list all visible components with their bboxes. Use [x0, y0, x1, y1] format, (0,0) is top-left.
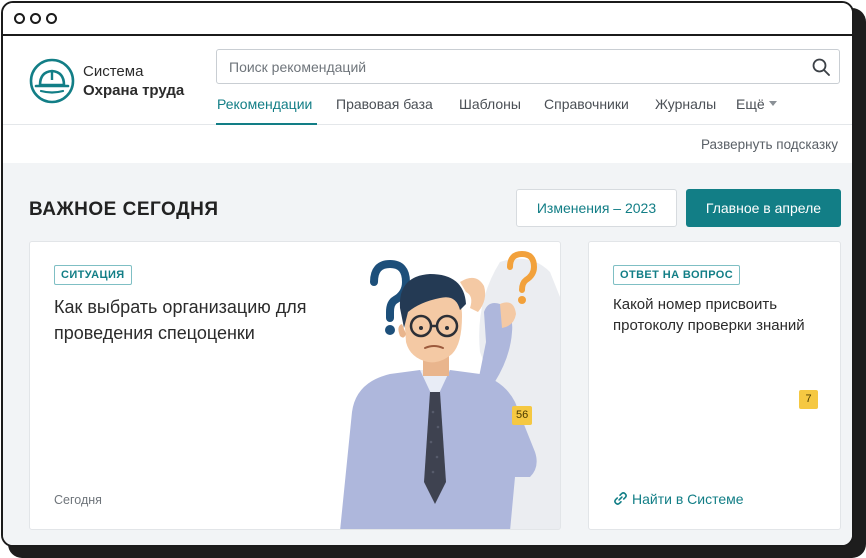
find-in-system-label: Найти в Системе: [632, 491, 744, 507]
qa-count-badge: 7: [799, 390, 818, 409]
site-header: Система Охрана труда Рекомендации Правов…: [3, 36, 852, 125]
qa-tag: ОТВЕТ НА ВОПРОС: [613, 265, 741, 285]
changes-2023-button[interactable]: Изменения – 2023: [516, 189, 677, 227]
april-highlights-button[interactable]: Главное в апреле: [686, 189, 841, 227]
find-in-system-link[interactable]: Найти в Системе: [613, 491, 744, 507]
maximize-dot-icon[interactable]: [46, 13, 57, 24]
nav-item-references[interactable]: Справочники: [544, 96, 629, 112]
search-icon[interactable]: [811, 57, 831, 77]
situation-card[interactable]: СИТУАЦИЯ Как выбрать организацию для про…: [29, 241, 561, 530]
confused-man-illustration: [340, 250, 560, 529]
hard-hat-icon[interactable]: [29, 58, 75, 104]
search-box: [216, 49, 840, 84]
close-dot-icon[interactable]: [14, 13, 25, 24]
nav-item-more[interactable]: Ещё: [736, 96, 777, 112]
section-title: ВАЖНОЕ СЕГОДНЯ: [29, 199, 219, 220]
nav-item-templates[interactable]: Шаблоны: [459, 96, 521, 112]
qa-card[interactable]: ОТВЕТ НА ВОПРОС Какой номер присвоить пр…: [588, 241, 841, 530]
situation-card-title[interactable]: Как выбрать организацию для проведения с…: [54, 294, 324, 346]
browser-window: Система Охрана труда Рекомендации Правов…: [1, 1, 854, 547]
chevron-down-icon: [768, 101, 777, 106]
views-count-badge: 56: [512, 406, 533, 425]
minimize-dot-icon[interactable]: [30, 13, 41, 24]
main-content: ВАЖНОЕ СЕГОДНЯ Изменения – 2023 Главное …: [3, 163, 852, 545]
situation-tag: СИТУАЦИЯ: [54, 265, 132, 285]
nav-item-legal-base[interactable]: Правовая база: [336, 96, 433, 112]
brand-line-1: Система: [83, 63, 144, 80]
expand-hint-link[interactable]: Развернуть подсказку: [701, 137, 838, 152]
hint-bar: Развернуть подсказку: [3, 125, 852, 163]
card-date: Сегодня: [54, 493, 102, 507]
qa-card-title[interactable]: Какой номер присвоить протоколу проверки…: [613, 294, 828, 336]
brand-line-2: Охрана труда: [83, 82, 185, 99]
link-icon: [614, 492, 627, 505]
title-bar: [3, 3, 852, 36]
nav-item-recommendations[interactable]: Рекомендации: [217, 96, 312, 112]
search-input[interactable]: [217, 50, 797, 83]
nav-item-more-label: Ещё: [736, 96, 765, 112]
nav-item-journals[interactable]: Журналы: [655, 96, 716, 112]
brand-name[interactable]: Система Охрана труда: [83, 62, 184, 100]
